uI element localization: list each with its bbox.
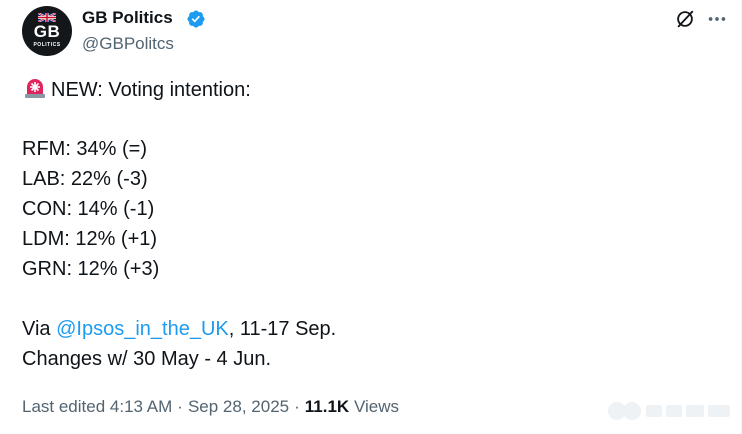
source-suffix: , 11-17 Sep.	[228, 318, 337, 340]
tweet-meta: Last edited 4:13 AM · Sep 28, 2025 · 11.1K V…	[22, 397, 399, 417]
tweet-line-ldm: LDM: 12% (+1)	[22, 228, 158, 250]
meta-separator: ·	[294, 397, 300, 416]
tweet-line-source: Via @Ipsos_in_the_UK, 11-17 Sep.	[22, 314, 336, 344]
union-jack-icon	[38, 13, 56, 22]
more-icon[interactable]	[706, 8, 728, 30]
user-handle[interactable]: @GBPolitcs	[82, 34, 174, 54]
tweet-line-con: CON: 14% (-1)	[22, 198, 155, 220]
edited-timestamp-link[interactable]: Last edited 4:13 AM	[22, 397, 172, 416]
tweet-text: NEW: Voting intention: RFM: 34% (=) LAB:…	[22, 74, 336, 374]
tweet-line-text: NEW: Voting intention:	[51, 79, 251, 101]
avatar[interactable]: GB POLITICS	[22, 6, 72, 56]
source-prefix: Via	[22, 318, 57, 340]
views-label: Views	[349, 397, 399, 416]
views-count: 11.1K	[304, 397, 350, 416]
tweet-line-rfm: RFM: 34% (=)	[22, 138, 148, 160]
tweet-line-grn: GRN: 12% (+3)	[22, 258, 160, 280]
siren-emoji-icon	[25, 79, 45, 98]
tweet-card: GB POLITICS GB Politics @GBPolitcs NEW: …	[0, 0, 742, 434]
verified-badge-icon	[187, 10, 205, 28]
mention-link[interactable]: @Ipsos_in_the_UK	[56, 318, 229, 340]
tweet-line-lab: LAB: 22% (-3)	[22, 168, 148, 190]
date-link[interactable]: Sep 28, 2025	[188, 397, 289, 416]
display-name[interactable]: GB Politics	[82, 8, 173, 28]
avatar-subtext: POLITICS	[33, 42, 61, 48]
meta-separator: ·	[177, 397, 183, 416]
avatar-text: GB	[33, 22, 61, 41]
watermark-logo	[608, 402, 730, 420]
tweet-line-headline: NEW: Voting intention:	[22, 74, 336, 104]
grok-icon[interactable]	[674, 8, 696, 30]
tweet-line-changes: Changes w/ 30 May - 4 Jun.	[22, 348, 272, 370]
